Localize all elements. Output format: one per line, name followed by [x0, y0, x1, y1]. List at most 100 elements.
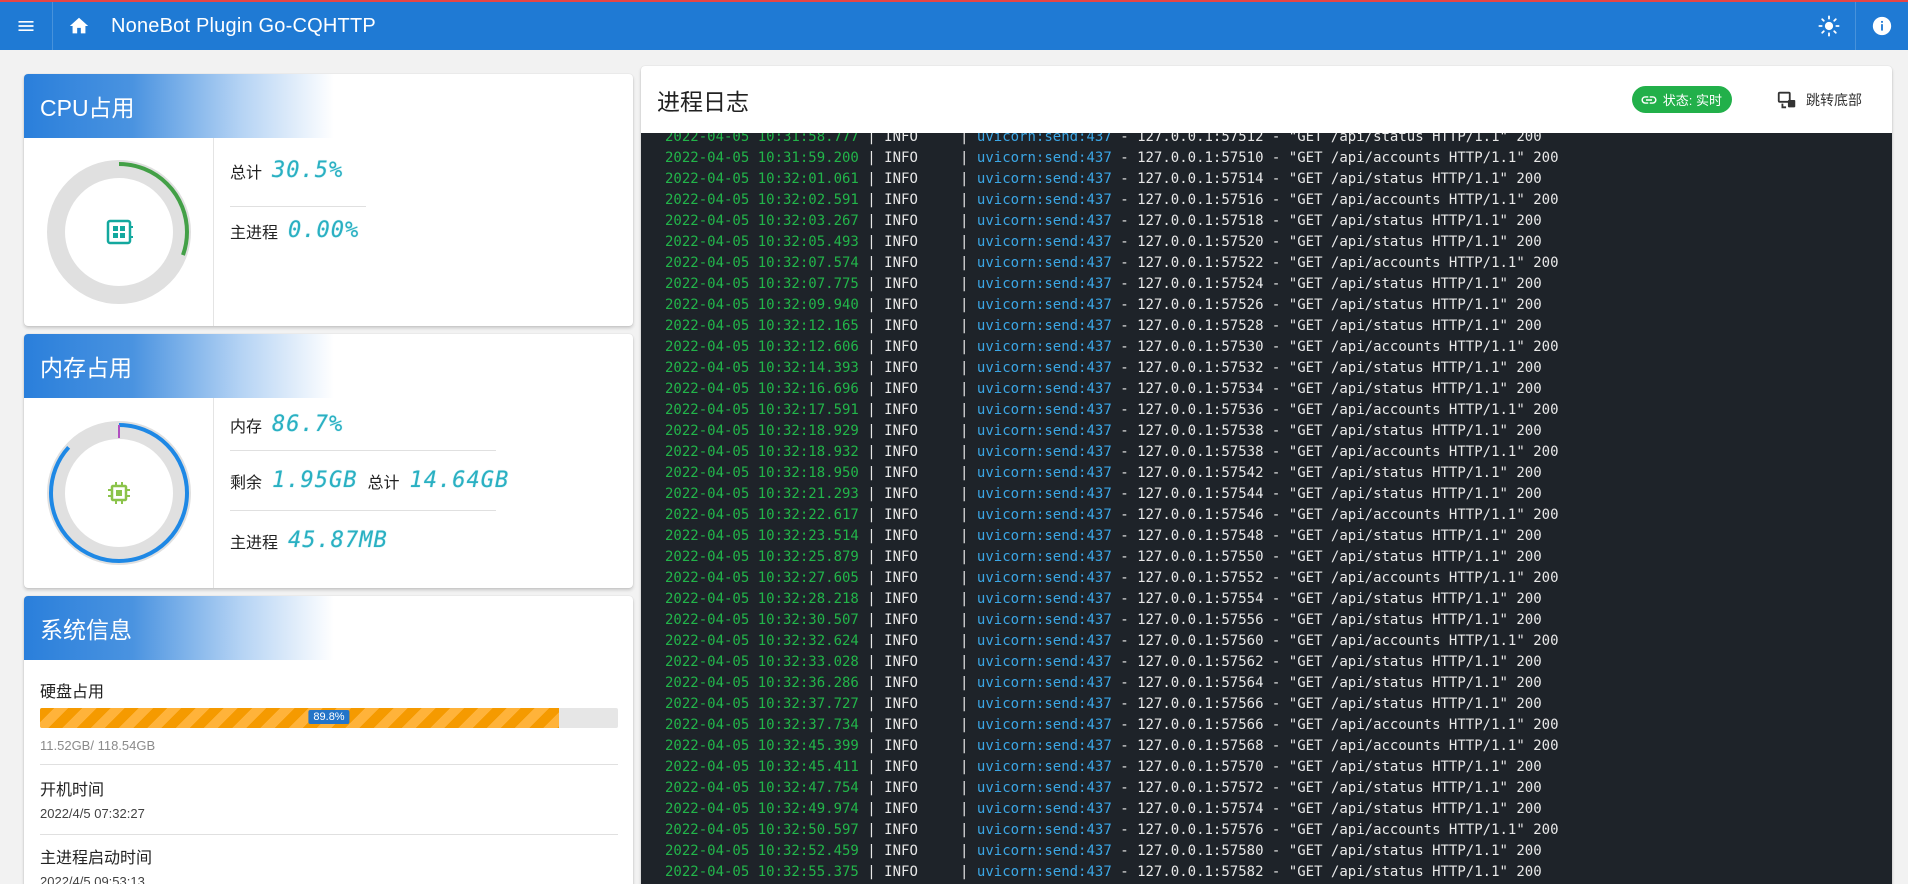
log-message: 127.0.0.1:57576 - "GET /api/accounts HTT…: [1137, 822, 1559, 838]
log-level: INFO: [884, 528, 918, 544]
log-source: uvicorn:send:437: [976, 234, 1112, 250]
log-separator: |: [917, 738, 977, 754]
log-separator: |: [917, 192, 977, 208]
log-line: 2022-04-05 10:32:12.606 | INFO | uvicorn…: [665, 337, 1892, 358]
log-time: 2022-04-05 10:32:22.617: [665, 507, 859, 523]
log-separator: -: [1111, 801, 1138, 817]
log-separator: |: [917, 255, 977, 271]
log-line: 2022-04-05 10:32:25.879 | INFO | uvicorn…: [665, 547, 1892, 568]
log-source: uvicorn:send:437: [976, 192, 1112, 208]
info-button[interactable]: [1856, 2, 1908, 50]
log-title: 进程日志: [657, 88, 749, 115]
log-message: 127.0.0.1:57532 - "GET /api/status HTTP/…: [1137, 360, 1542, 376]
log-separator: -: [1111, 843, 1138, 859]
log-time: 2022-04-05 10:32:12.165: [665, 318, 859, 334]
log-source: uvicorn:send:437: [976, 633, 1112, 649]
divider: [230, 510, 496, 511]
status-chip[interactable]: 状态: 实时: [1631, 86, 1732, 113]
log-separator: |: [917, 486, 977, 502]
theme-toggle-button[interactable]: [1803, 2, 1855, 50]
log-separator: |: [858, 423, 885, 439]
log-source: uvicorn:send:437: [976, 843, 1112, 859]
log-level: INFO: [884, 465, 918, 481]
log-level: INFO: [884, 276, 918, 292]
log-separator: -: [1111, 213, 1138, 229]
memory-usage-row: 内存 86.7%: [230, 412, 343, 437]
log-source: uvicorn:send:437: [976, 465, 1112, 481]
home-button[interactable]: [53, 2, 105, 50]
log-time: 2022-04-05 10:32:30.507: [665, 612, 859, 628]
log-time: 2022-04-05 10:31:59.200: [665, 150, 859, 166]
log-time: 2022-04-05 10:32:03.267: [665, 213, 859, 229]
log-separator: |: [858, 633, 885, 649]
memory-free-row: 剩余 1.95GB 总计 14.64GB: [230, 468, 509, 493]
log-source: uvicorn:send:437: [976, 276, 1112, 292]
cpu-gauge: [24, 138, 214, 326]
log-line: 2022-04-05 10:32:49.974 | INFO | uvicorn…: [665, 799, 1892, 820]
log-line: 2022-04-05 10:32:14.393 | INFO | uvicorn…: [665, 358, 1892, 379]
disk-usage-label: 硬盘占用: [40, 684, 105, 701]
log-level: INFO: [884, 255, 918, 271]
log-separator: |: [917, 297, 977, 313]
log-time: 2022-04-05 10:32:36.286: [665, 675, 859, 691]
log-level: INFO: [884, 402, 918, 418]
log-source: uvicorn:send:437: [976, 381, 1112, 397]
log-separator: |: [858, 738, 885, 754]
log-time: 2022-04-05 10:32:37.734: [665, 717, 859, 733]
log-source: uvicorn:send:437: [976, 213, 1112, 229]
log-line: 2022-04-05 10:32:05.493 | INFO | uvicorn…: [665, 232, 1892, 253]
log-line: 2022-04-05 10:32:33.028 | INFO | uvicorn…: [665, 652, 1892, 673]
status-chip-label: 状态: 实时: [1662, 93, 1722, 108]
log-separator: |: [858, 276, 885, 292]
disk-usage-fill: [40, 708, 560, 728]
log-line: 2022-04-05 10:32:07.574 | INFO | uvicorn…: [665, 253, 1892, 274]
log-separator: -: [1111, 759, 1138, 775]
log-separator: -: [1111, 654, 1138, 670]
log-separator: |: [917, 822, 977, 838]
brightness-icon: [1818, 15, 1840, 37]
log-line: 2022-04-05 10:32:37.727 | INFO | uvicorn…: [665, 694, 1892, 715]
memory-gauge: [24, 398, 214, 588]
log-line: 2022-04-05 10:32:07.775 | INFO | uvicorn…: [665, 274, 1892, 295]
log-separator: |: [858, 402, 885, 418]
log-separator: |: [917, 150, 977, 166]
log-level: INFO: [884, 297, 918, 313]
log-source: uvicorn:send:437: [976, 150, 1112, 166]
log-message: 127.0.0.1:57534 - "GET /api/status HTTP/…: [1137, 381, 1542, 397]
log-separator: |: [858, 696, 885, 712]
log-line: 2022-04-05 10:32:21.293 | INFO | uvicorn…: [665, 484, 1892, 505]
info-icon: [1872, 16, 1892, 36]
log-source: uvicorn:send:437: [976, 255, 1112, 271]
log-message: 127.0.0.1:57536 - "GET /api/accounts HTT…: [1137, 402, 1559, 418]
log-level: INFO: [884, 591, 918, 607]
log-level: INFO: [884, 360, 918, 376]
log-source: uvicorn:send:437: [976, 423, 1112, 439]
log-separator: |: [917, 570, 977, 586]
log-time: 2022-04-05 10:32:18.950: [665, 465, 859, 481]
log-separator: |: [917, 276, 977, 292]
menu-icon: [18, 21, 34, 31]
log-time: 2022-04-05 10:32:32.624: [665, 633, 859, 649]
log-time: 2022-04-05 10:32:50.597: [665, 822, 859, 838]
log-separator: -: [1111, 612, 1138, 628]
log-console[interactable]: 2022-04-05 10:31:58.777 | INFO | uvicorn…: [641, 133, 1892, 884]
log-separator: |: [917, 801, 977, 817]
log-separator: -: [1111, 255, 1138, 271]
memory-total-value: 14.64GB: [409, 468, 510, 493]
log-separator: -: [1111, 507, 1138, 523]
log-time: 2022-04-05 10:32:18.929: [665, 423, 859, 439]
log-separator: |: [858, 654, 885, 670]
log-line: 2022-04-05 10:32:37.734 | INFO | uvicorn…: [665, 715, 1892, 736]
menu-button[interactable]: [0, 2, 52, 50]
log-message: 127.0.0.1:57562 - "GET /api/status HTTP/…: [1137, 654, 1542, 670]
jump-bottom-button[interactable]: 跳转底部: [1776, 86, 1862, 114]
log-separator: |: [858, 822, 885, 838]
process-start-label: 主进程启动时间: [40, 850, 153, 867]
log-separator: |: [917, 402, 977, 418]
log-separator: |: [917, 171, 977, 187]
log-separator: -: [1111, 675, 1138, 691]
log-level: INFO: [884, 423, 918, 439]
log-time: 2022-04-05 10:32:25.879: [665, 549, 859, 565]
log-level: INFO: [884, 339, 918, 355]
log-separator: |: [858, 192, 885, 208]
